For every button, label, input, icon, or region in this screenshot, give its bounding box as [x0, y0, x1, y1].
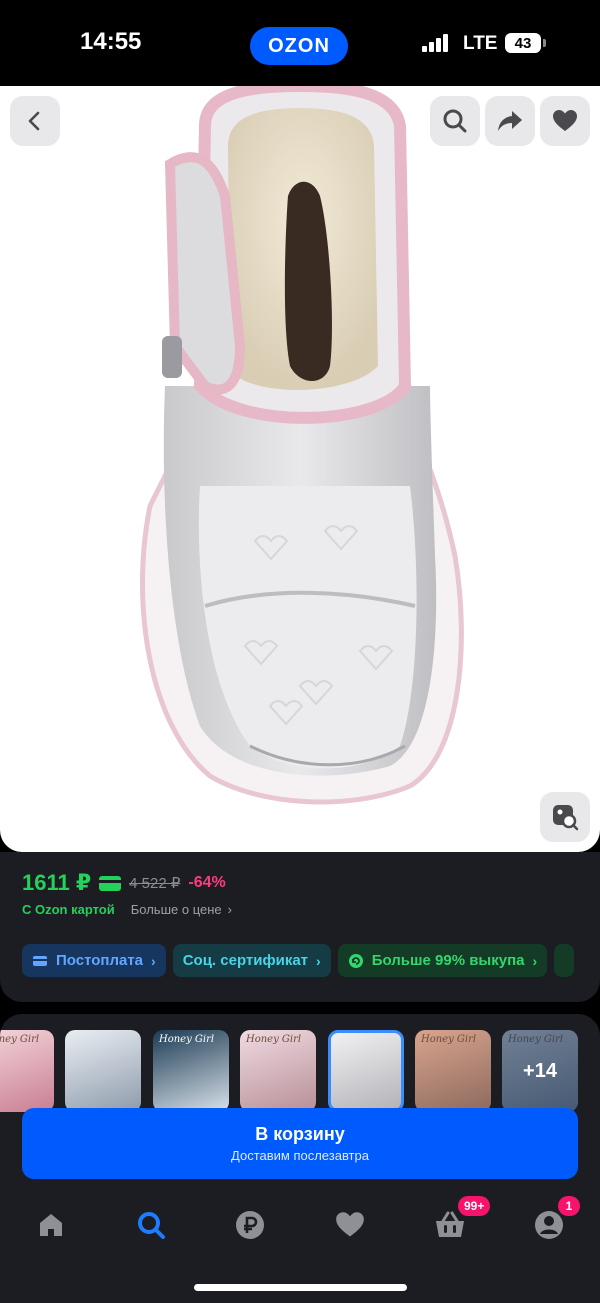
card-row: С Ozon картой Больше о цене ›	[22, 902, 232, 917]
tab-favorites[interactable]	[333, 1208, 367, 1242]
image-search-icon	[553, 805, 579, 831]
profile-badge: 1	[558, 1196, 580, 1216]
visual-search-button[interactable]	[540, 792, 590, 842]
feature-chips: Постоплата › Соц. сертификат › Больше 99…	[22, 944, 575, 977]
variant-thumb[interactable]: Honey Girl	[0, 1030, 54, 1112]
chevron-right-icon: ›	[316, 952, 321, 969]
variant-thumb[interactable]: Honey Girl	[153, 1030, 229, 1112]
search-button[interactable]	[430, 96, 480, 146]
chevron-right-icon: ›	[227, 902, 232, 917]
home-indicator	[194, 1284, 407, 1291]
tab-search[interactable]	[134, 1208, 168, 1242]
basket-icon	[436, 1211, 464, 1237]
chip-buyout[interactable]: Больше 99% выкупа ›	[337, 944, 548, 977]
chevron-right-icon: ›	[532, 952, 538, 969]
network-label: LTE	[463, 33, 498, 54]
variant-brand: Honey Girl	[246, 1034, 302, 1045]
favorite-button[interactable]	[540, 96, 590, 146]
chevron-right-icon: ›	[151, 952, 156, 969]
ruble-icon	[236, 1211, 264, 1239]
share-button[interactable]	[485, 96, 535, 146]
price-discount: -64%	[188, 874, 226, 891]
chip-label: Больше 99% выкупа	[371, 952, 525, 969]
search-icon	[138, 1212, 165, 1239]
price-old: 4 522 ₽	[129, 875, 181, 892]
battery-level: 43	[514, 34, 532, 52]
more-price-link[interactable]: Больше о цене	[131, 902, 222, 917]
variant-brand: Honey Girl	[421, 1034, 477, 1045]
chip-label: Постоплата	[56, 952, 144, 969]
price-row: 1611 ₽ 4 522 ₽ -64%	[22, 870, 226, 896]
product-gallery[interactable]	[0, 86, 600, 852]
heart-icon	[336, 1212, 364, 1237]
price-block: 1611 ₽ 4 522 ₽ -64% С Ozon картой Больше…	[0, 852, 600, 1002]
cart-badge: 99+	[458, 1196, 491, 1216]
product-image	[140, 86, 464, 805]
chevron-left-icon	[28, 111, 40, 131]
tab-finance[interactable]	[233, 1208, 267, 1242]
battery-icon: 43	[505, 33, 546, 53]
search-icon	[443, 109, 467, 133]
signal-icon	[422, 34, 452, 52]
variant-brand: Honey Girl	[159, 1034, 215, 1045]
status-bar: 14:55 OZON LTE 43	[0, 0, 600, 86]
cart-button-subtitle: Доставим послезавтра	[231, 1148, 369, 1163]
add-to-cart-button[interactable]: В корзину Доставим послезавтра	[22, 1108, 578, 1179]
postpay-icon	[33, 955, 47, 966]
chip-social-certificate[interactable]: Соц. сертификат ›	[172, 944, 331, 977]
price-current: 1611 ₽	[22, 870, 92, 895]
chip-postpay[interactable]: Постоплата ›	[22, 944, 166, 977]
chip-label: Соц. сертификат	[182, 952, 309, 969]
ozon-card-label: С Ozon картой	[22, 902, 115, 917]
back-button[interactable]	[10, 96, 60, 146]
bottom-sheet: Honey Girl Honey Girl Honey Girl Honey G…	[0, 1014, 600, 1303]
ozon-card-icon	[99, 875, 122, 891]
variant-thumb[interactable]: Honey Girl	[415, 1030, 491, 1112]
share-icon	[498, 111, 522, 131]
variant-thumb-selected[interactable]	[328, 1030, 404, 1112]
refresh-icon	[348, 953, 363, 968]
status-time: 14:55	[80, 28, 142, 55]
cart-button-title: В корзину	[255, 1124, 345, 1144]
variant-strip[interactable]: Honey Girl Honey Girl Honey Girl Honey G…	[0, 1030, 600, 1112]
variant-more-count: +14	[502, 1030, 578, 1112]
variant-thumb[interactable]	[65, 1030, 141, 1112]
variant-thumb[interactable]: Honey Girl	[240, 1030, 316, 1112]
profile-icon	[535, 1211, 563, 1239]
ozon-logo-text: OZON	[268, 34, 330, 57]
tab-home[interactable]	[34, 1208, 68, 1242]
chip-more[interactable]	[554, 944, 575, 977]
ozon-logo-pill: OZON	[250, 27, 348, 65]
home-icon	[40, 1214, 62, 1236]
variant-brand: Honey Girl	[0, 1034, 40, 1045]
heart-icon	[553, 110, 577, 131]
variant-more[interactable]: Honey Girl +14	[502, 1030, 578, 1112]
tab-bar: 99+ 1	[0, 1194, 600, 1254]
